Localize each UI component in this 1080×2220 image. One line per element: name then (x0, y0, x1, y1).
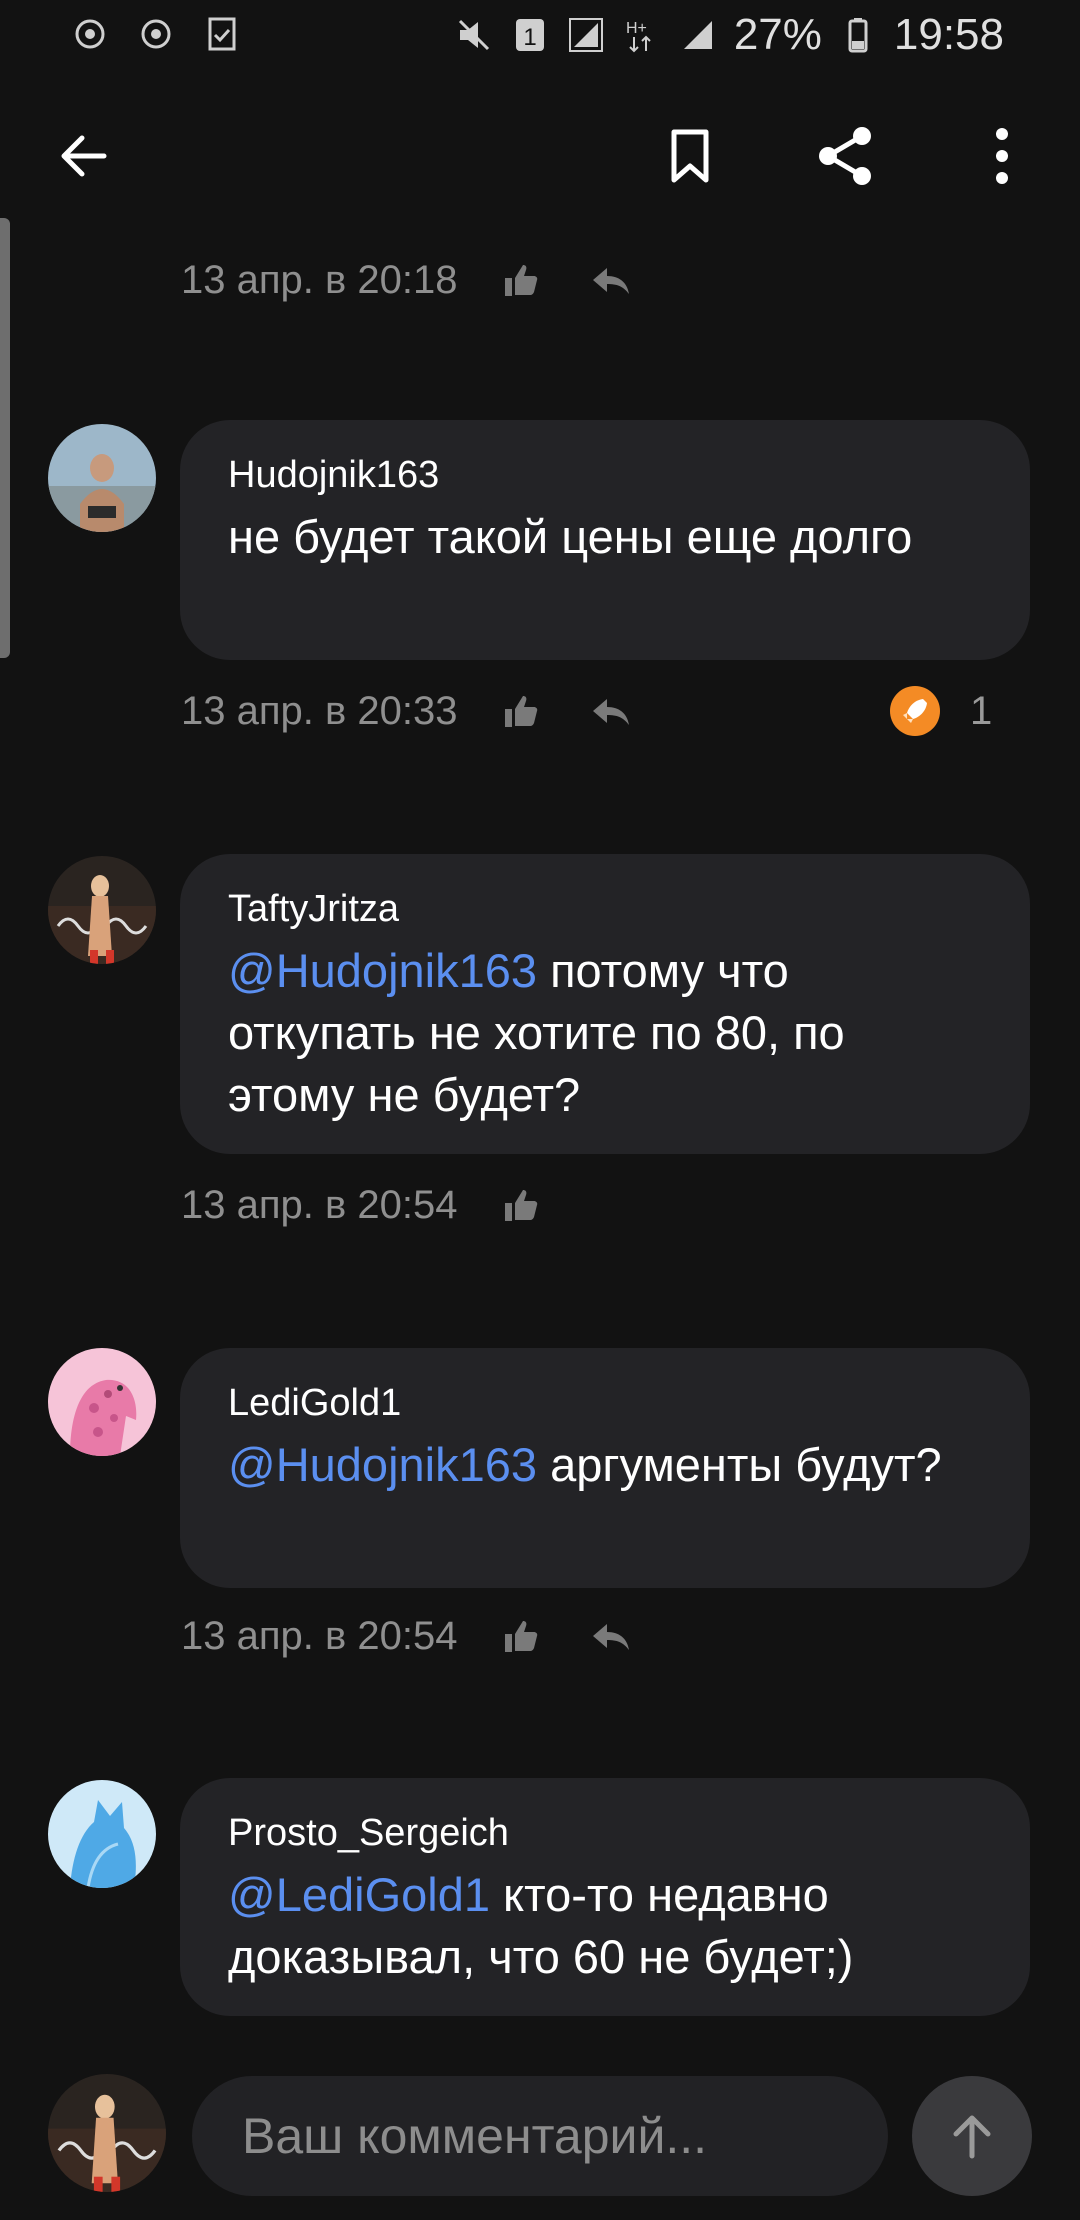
avatar-photo (48, 856, 156, 964)
thumb-up-icon (505, 696, 538, 727)
share-icon (819, 127, 871, 185)
comment-meta: 13 апр. в 20:33 (181, 681, 641, 741)
notification-icon (141, 19, 171, 49)
like-button[interactable] (491, 1606, 551, 1666)
app-bar (0, 100, 1080, 210)
thumb-up-icon (505, 1190, 538, 1221)
comment-author[interactable]: Hudojnik163 (228, 450, 982, 500)
comment-text: не будет такой цены еще долго (228, 506, 982, 568)
like-button[interactable] (491, 1175, 551, 1235)
mention-link[interactable]: @Hudojnik163 (228, 944, 537, 997)
send-button[interactable] (912, 2076, 1032, 2196)
bookmark-button[interactable] (642, 108, 738, 204)
comment-text: @Hudojnik163 аргументы будут? (228, 1434, 982, 1496)
rocket-icon (890, 686, 940, 736)
comment-composer: Ваш комментарий... (0, 2060, 1080, 2220)
back-button[interactable] (36, 108, 132, 204)
checklist-icon (208, 17, 236, 51)
svg-text:H+: H+ (626, 20, 647, 37)
clock: 19:58 (893, 10, 1004, 59)
comment-author[interactable]: Prosto_Sergeich (228, 1808, 982, 1858)
comment-time: 13 апр. в 20:54 (181, 1613, 458, 1658)
arrow-up-icon (953, 2115, 991, 2159)
comment-meta: 13 апр. в 20:54 (181, 1606, 641, 1666)
more-options-button[interactable] (954, 108, 1050, 204)
comment-bubble: TaftyJritza @Hudojnik163 потому что отку… (180, 854, 1030, 1154)
share-button[interactable] (798, 108, 894, 204)
mute-icon (458, 19, 489, 51)
avatar-photo (48, 1780, 156, 1888)
comment-bubble: Prosto_Sergeich @LediGold1 кто-то недавн… (180, 1778, 1030, 2016)
status-bar-left (70, 14, 242, 54)
comment-author[interactable]: LediGold1 (228, 1378, 982, 1428)
avatar[interactable] (48, 1348, 156, 1456)
comment-body: аргументы будут? (537, 1438, 942, 1491)
reaction[interactable]: 1 (890, 686, 992, 736)
notification-icon (75, 19, 105, 49)
comment-meta: 13 апр. в 20:54 (181, 1175, 551, 1235)
like-button[interactable] (491, 681, 551, 741)
avatar-photo (48, 1348, 156, 1456)
comment-time: 13 апр. в 20:54 (181, 1182, 458, 1227)
mention-link[interactable]: @Hudojnik163 (228, 1438, 537, 1491)
status-bar: 1 H+ 27% 19:58 (0, 0, 1080, 72)
current-user-avatar[interactable] (48, 2074, 166, 2192)
mention-link[interactable]: @LediGold1 (228, 1868, 490, 1921)
reply-icon (593, 268, 629, 294)
reply-icon (593, 699, 629, 725)
reply-button[interactable] (581, 1606, 641, 1666)
reply-icon (593, 1624, 629, 1650)
comment-time: 13 апр. в 20:33 (181, 688, 458, 733)
reply-button[interactable] (581, 681, 641, 741)
comment-text: @LediGold1 кто-то недавно доказывал, что… (228, 1864, 982, 1988)
sim1-icon: 1 (515, 19, 544, 51)
comment-bubble: LediGold1 @Hudojnik163 аргументы будут? (180, 1348, 1030, 1588)
comment-body: не будет такой цены еще долго (228, 510, 913, 563)
comment-time: 13 апр. в 20:18 (181, 257, 458, 302)
avatar[interactable] (48, 424, 156, 532)
back-arrow-icon (61, 135, 107, 177)
scroll-indicator[interactable] (0, 218, 10, 658)
bookmark-icon (671, 129, 709, 183)
reply-button[interactable] (581, 250, 641, 310)
avatar-photo (48, 424, 156, 532)
hplus-icon: H+ (626, 20, 651, 53)
avatar[interactable] (48, 856, 156, 964)
battery-icon (848, 18, 868, 53)
avatar-photo (48, 2074, 166, 2192)
thumb-up-icon (505, 265, 538, 296)
comment-author[interactable]: TaftyJritza (228, 884, 982, 934)
battery-percent: 27% (733, 10, 822, 59)
comment-bubble: Hudojnik163 не будет такой цены еще долг… (180, 420, 1030, 660)
signal-icon (683, 21, 712, 49)
comment-input[interactable]: Ваш комментарий... (192, 2076, 888, 2196)
avatar[interactable] (48, 1780, 156, 1888)
signal-icon (568, 18, 603, 52)
more-vert-icon (996, 128, 1008, 184)
comment-text: @Hudojnik163 потому что откупать не хоти… (228, 940, 982, 1126)
status-bar-right: 1 H+ 27% 19:58 (454, 10, 1004, 60)
svg-text:1: 1 (523, 24, 536, 51)
reaction-count: 1 (970, 688, 993, 733)
like-button[interactable] (491, 250, 551, 310)
thumb-up-icon (505, 1621, 538, 1652)
comment-meta: 13 апр. в 20:18 (181, 250, 641, 310)
